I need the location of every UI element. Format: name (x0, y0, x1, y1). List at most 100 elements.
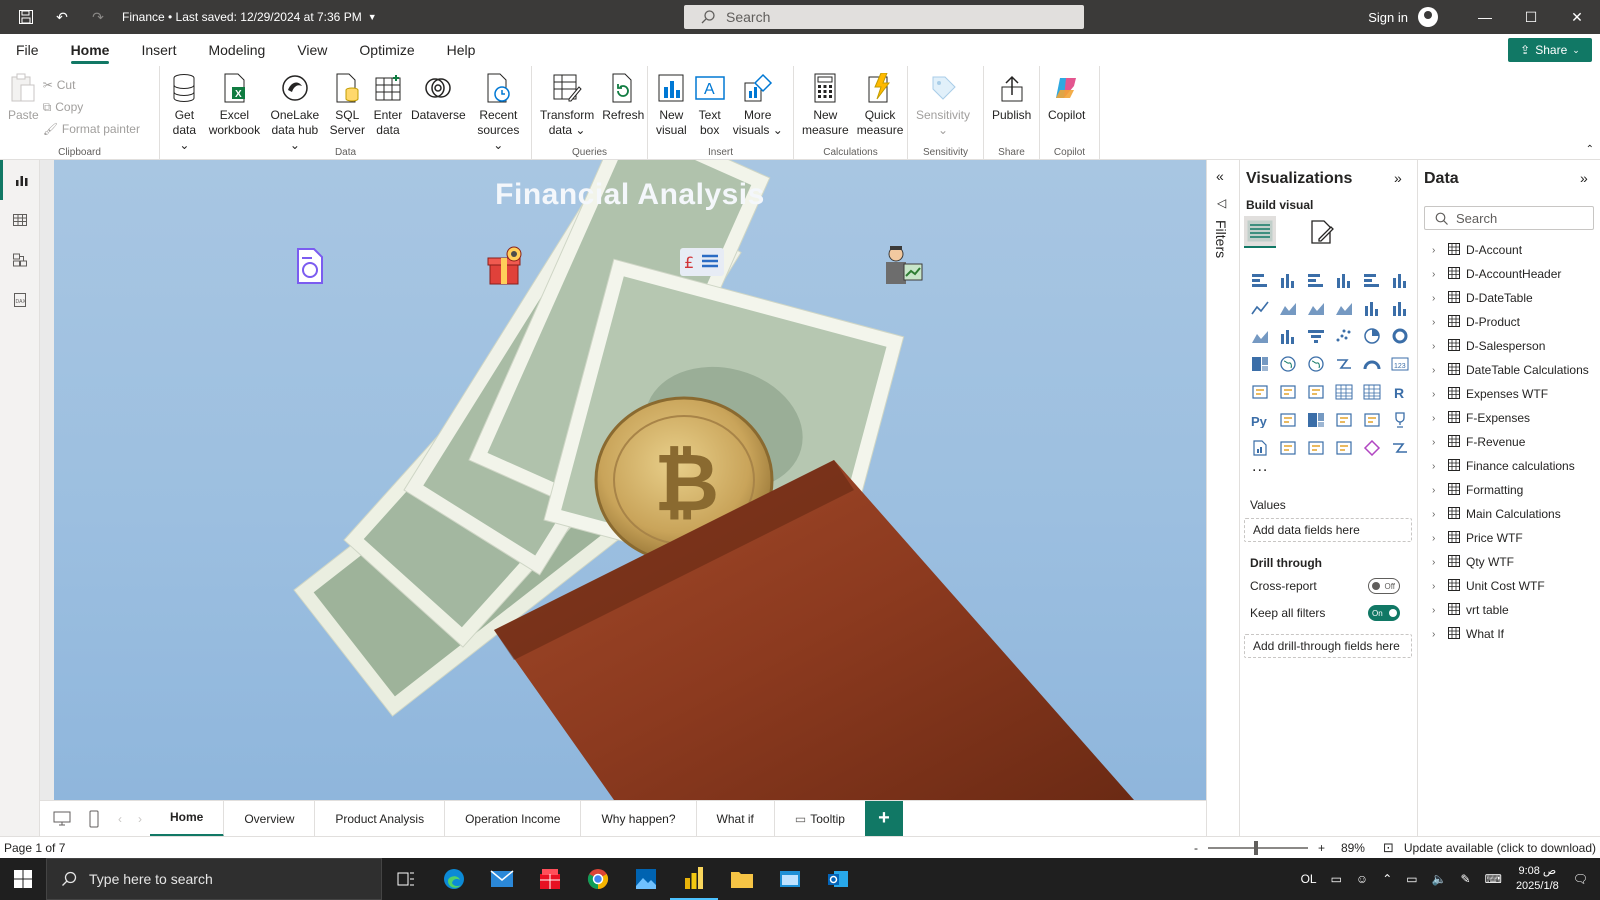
clock[interactable]: 9:08 ص 2025/1/8 (1516, 864, 1559, 894)
gauge-icon[interactable] (1358, 350, 1386, 378)
keyboard-icon[interactable]: ▭ (1331, 872, 1342, 886)
task-view-icon[interactable] (382, 858, 430, 900)
100-stacked-column-chart-icon[interactable] (1386, 266, 1414, 294)
chevron-right-icon[interactable]: › (1432, 365, 1442, 376)
tab-help[interactable]: Help (431, 34, 492, 66)
chevron-right-icon[interactable]: › (1432, 605, 1442, 616)
touch-keyboard-icon[interactable]: ⌨ (1485, 872, 1502, 886)
file-title[interactable]: Finance • Last saved: 12/29/2024 at 7:36… (122, 10, 377, 24)
chevron-right-icon[interactable]: › (1432, 389, 1442, 400)
dax-query-view-icon[interactable]: DAX (0, 280, 40, 320)
kpi-icon[interactable] (1274, 378, 1302, 406)
photos-icon[interactable] (622, 858, 670, 900)
table-item[interactable]: › Main Calculations (1432, 502, 1589, 526)
stacked-bar-chart-icon[interactable] (1246, 266, 1274, 294)
page-tab-overview[interactable]: Overview (224, 800, 316, 837)
copy-button[interactable]: ⧉ Copy (43, 98, 140, 116)
keep-filters-toggle[interactable]: On (1368, 605, 1400, 621)
metrics-icon[interactable] (1386, 406, 1414, 434)
chevron-right-icon[interactable]: › (1432, 509, 1442, 520)
chevron-right-icon[interactable]: › (1432, 581, 1442, 592)
r-visual-icon[interactable]: R (1386, 378, 1414, 406)
line-chart-icon[interactable] (1246, 294, 1274, 322)
tab-optimize[interactable]: Optimize (343, 34, 430, 66)
chevron-right-icon[interactable]: › (1432, 413, 1442, 424)
line-clustered-column-chart-icon[interactable] (1358, 294, 1386, 322)
collapse-visualizations-icon[interactable]: » (1394, 170, 1402, 186)
chevron-right-icon[interactable]: › (1432, 245, 1442, 256)
minimize-button[interactable]: — (1462, 0, 1508, 34)
filters-pane-collapsed[interactable]: « ◁ Filters (1206, 160, 1240, 836)
page-tab-tooltip[interactable]: ▭ Tooltip (775, 801, 865, 837)
table-item[interactable]: › F-Expenses (1432, 406, 1589, 430)
100-stacked-bar-chart-icon[interactable] (1358, 266, 1386, 294)
card-icon[interactable]: 123 (1386, 350, 1414, 378)
report-document-icon[interactable] (292, 246, 328, 286)
analyst-chart-icon[interactable] (880, 244, 926, 284)
chevron-right-icon[interactable]: › (1432, 317, 1442, 328)
smart-narrative-icon[interactable] (1358, 406, 1386, 434)
table-item[interactable]: › D-Account (1432, 238, 1589, 262)
clustered-bar-chart-icon[interactable] (1302, 266, 1330, 294)
arcgis-map-icon[interactable] (1386, 434, 1414, 462)
budget-gift-icon[interactable] (486, 244, 522, 285)
chevron-right-icon[interactable]: › (1432, 629, 1442, 640)
tab-insert[interactable]: Insert (125, 34, 192, 66)
map-icon[interactable] (1274, 350, 1302, 378)
drill-through-field-well[interactable]: Add drill-through fields here (1244, 634, 1412, 658)
table-item[interactable]: › What If (1432, 622, 1589, 646)
zoom-in-icon[interactable]: + (1318, 841, 1325, 855)
treemap-icon[interactable] (1246, 350, 1274, 378)
chevron-right-icon[interactable]: › (1432, 485, 1442, 496)
share-button[interactable]: ⇪ Share ⌄ (1508, 38, 1592, 62)
chevron-up-icon[interactable]: ⌃ (1382, 872, 1392, 886)
shape-map-icon[interactable] (1358, 434, 1386, 462)
collapse-data-icon[interactable]: » (1580, 170, 1588, 186)
table-item[interactable]: › Qty WTF (1432, 550, 1589, 574)
waterfall-chart-icon[interactable] (1274, 322, 1302, 350)
fit-to-page-icon[interactable]: ⊡ (1383, 840, 1394, 856)
chevron-right-icon[interactable]: › (1432, 533, 1442, 544)
table-item[interactable]: › Price WTF (1432, 526, 1589, 550)
prev-page-icon[interactable]: ‹ (110, 801, 130, 837)
table-icon[interactable] (1330, 378, 1358, 406)
cross-report-toggle[interactable]: Off (1368, 578, 1400, 594)
format-visual-tab[interactable] (1306, 216, 1338, 248)
line-stacked-column-chart-icon[interactable] (1386, 294, 1414, 322)
input-language[interactable]: OL (1301, 872, 1317, 886)
save-icon[interactable] (16, 7, 36, 27)
table-item[interactable]: › D-DateTable (1432, 286, 1589, 310)
zoom-slider[interactable] (1207, 841, 1308, 855)
report-page[interactable]: ₿ Financial Analysis £ (54, 160, 1206, 800)
donut-chart-icon[interactable] (1386, 322, 1414, 350)
key-influencers-icon[interactable] (1274, 406, 1302, 434)
qa-icon[interactable] (1330, 406, 1358, 434)
income-pound-icon[interactable]: £ (680, 248, 724, 288)
people-icon[interactable]: ☺ (1356, 872, 1368, 886)
power-automate-icon[interactable] (1302, 434, 1330, 462)
app-window-icon[interactable] (766, 858, 814, 900)
close-button[interactable]: ✕ (1554, 0, 1600, 34)
pie-chart-icon[interactable] (1358, 322, 1386, 350)
sign-in-link[interactable]: Sign in (1368, 10, 1408, 25)
table-item[interactable]: › DateTable Calculations (1432, 358, 1589, 382)
data-search-input[interactable]: Search (1424, 206, 1594, 230)
table-item[interactable]: › Finance calculations (1432, 454, 1589, 478)
scatter-chart-icon[interactable] (1330, 322, 1358, 350)
page-tab-product-analysis[interactable]: Product Analysis (315, 800, 446, 837)
table-item[interactable]: › Formatting (1432, 478, 1589, 502)
clustered-column-chart-icon[interactable] (1330, 266, 1358, 294)
button-slicer-icon[interactable] (1330, 434, 1358, 462)
table-item[interactable]: › D-Product (1432, 310, 1589, 334)
funnel-chart-icon[interactable] (1302, 322, 1330, 350)
build-visual-tab[interactable] (1244, 216, 1276, 248)
power-apps-icon[interactable] (1274, 434, 1302, 462)
100-stacked-area-chart-icon[interactable] (1330, 294, 1358, 322)
stacked-area-chart-icon[interactable] (1302, 294, 1330, 322)
table-item[interactable]: › Expenses WTF (1432, 382, 1589, 406)
undo-icon[interactable]: ↶ (52, 7, 72, 27)
table-item[interactable]: › D-AccountHeader (1432, 262, 1589, 286)
notifications-icon[interactable]: 🗨 (1573, 872, 1588, 886)
chevron-right-icon[interactable]: › (1432, 437, 1442, 448)
page-tab-why-happen[interactable]: Why happen? (581, 800, 697, 837)
